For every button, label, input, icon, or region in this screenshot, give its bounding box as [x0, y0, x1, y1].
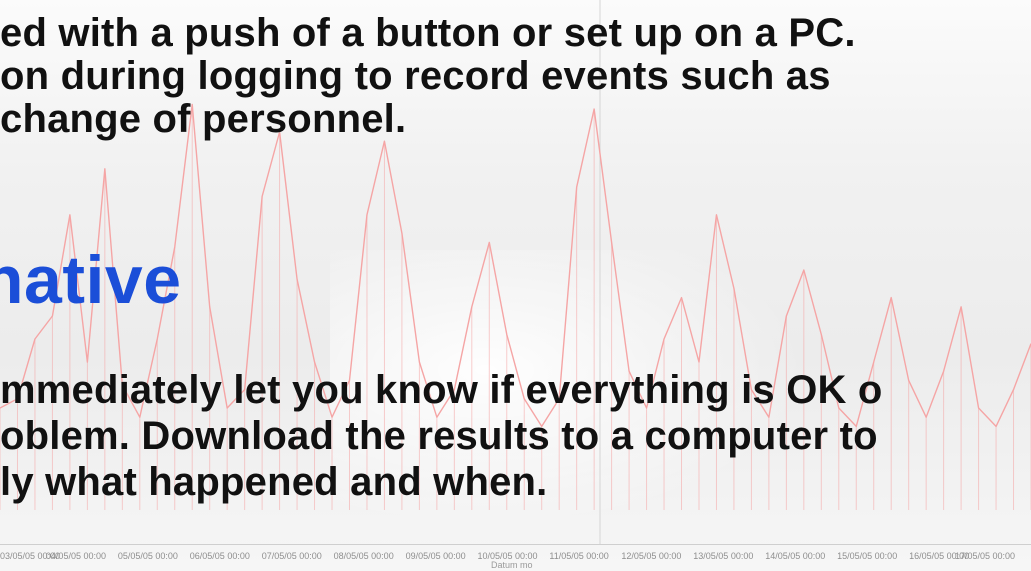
intro-line-1: ed with a push of a button or set up on … [0, 11, 856, 55]
presentation-slide: ed with a push of a button or set up on … [0, 0, 1031, 571]
chart-x-tick-label: 04/05/05 00:00 [45, 551, 106, 561]
chart-x-tick-label: 11/05/05 00:00 [549, 551, 609, 561]
chart-x-tick-label: 05/05/05 00:00 [117, 551, 178, 561]
chart-x-tick-label: 09/05/05 00:00 [405, 551, 466, 561]
body-line-2: oblem. Download the results to a compute… [0, 414, 878, 458]
chart-x-tick-label: 07/05/05 00:00 [261, 551, 322, 561]
chart-x-tick-label: 17/05/05 00:00 [955, 551, 1016, 561]
chart-x-tick-label: 06/05/05 00:00 [189, 551, 250, 561]
chart-x-tick-label: 08/05/05 00:00 [333, 551, 394, 561]
intro-line-2: on during logging to record events such … [0, 54, 831, 98]
chart-x-tick-label: 13/05/05 00:00 [693, 551, 754, 561]
chart-x-tick-label: 14/05/05 00:00 [765, 551, 826, 561]
chart-x-axis-label: Datum mo [491, 560, 533, 570]
slide-text: ed with a push of a button or set up on … [0, 0, 1031, 571]
chart-x-tick-label: 12/05/05 00:00 [621, 551, 682, 561]
section-heading: native [0, 242, 182, 318]
chart-x-tick-label: 15/05/05 00:00 [837, 551, 898, 561]
body-line-3: ly what happened and when. [0, 460, 548, 504]
intro-line-3: change of personnel. [0, 97, 407, 141]
body-line-1: mmediately let you know if everything is… [0, 368, 883, 412]
chart-x-axis: 03/05/05 00:00 04/05/05 00:00 05/05/05 00:… [0, 544, 1031, 571]
